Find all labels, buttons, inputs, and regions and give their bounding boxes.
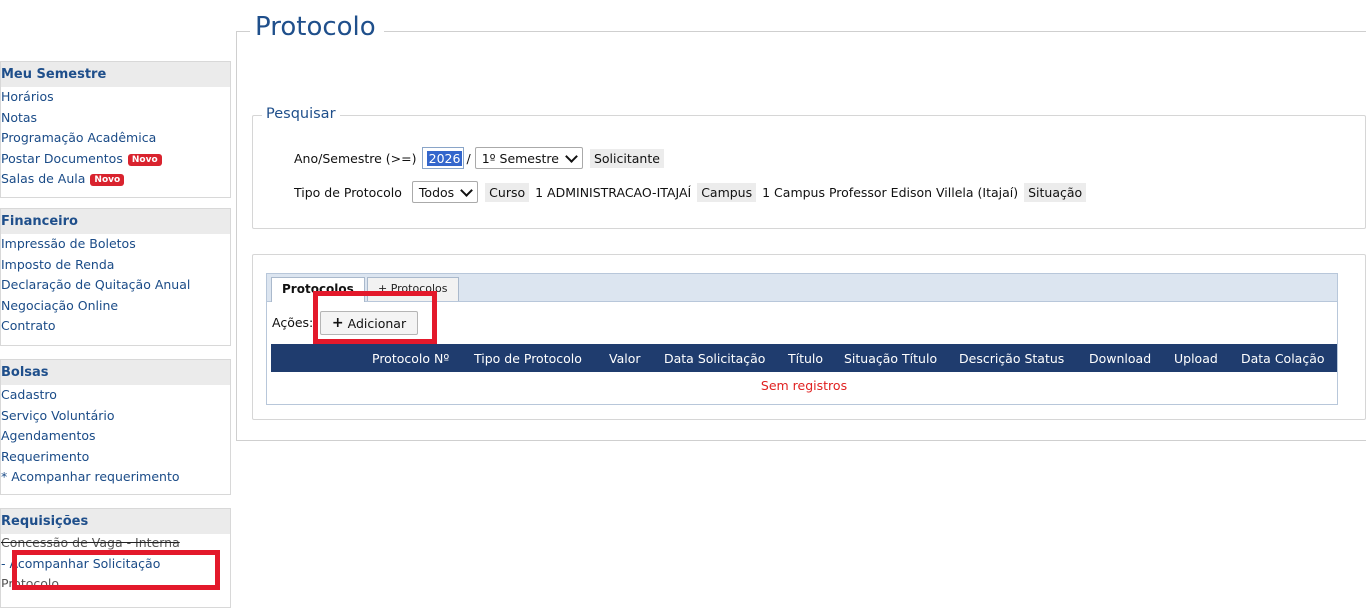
sidebar-section-title: Meu Semestre	[1, 62, 230, 87]
sidebar-item-imposto-de-renda[interactable]: Imposto de Renda	[1, 255, 230, 276]
sidebar-item-contrato[interactable]: Contrato	[1, 316, 230, 337]
separator-slash: /	[466, 150, 471, 166]
sidebar-item-requerimento[interactable]: Requerimento	[1, 447, 230, 468]
sidebar-section-meu-semestre: Meu Semestre Horários Notas Programação …	[0, 61, 231, 198]
title-divider	[490, 31, 1366, 32]
column-header: Situação Título	[844, 350, 938, 366]
acoes-label: Ações:	[272, 315, 314, 330]
sidebar-section-requisicoes: Requisições Concessão de Vaga - Interna …	[0, 508, 231, 608]
sidebar-item-protocolo[interactable]: Protocolo	[1, 573, 230, 587]
year-input[interactable]: 2026	[422, 147, 465, 169]
campus-label: Campus	[697, 182, 757, 202]
tipo-protocolo-label: Tipo de Protocolo	[294, 184, 402, 200]
add-button[interactable]: + Adicionar	[320, 311, 418, 335]
sidebar-item-negociacao-online[interactable]: Negociação Online	[1, 296, 230, 317]
search-fieldset	[252, 115, 1366, 229]
sidebar-item-acompanhar-solicitacao[interactable]: - Acompanhar Solicitação	[1, 553, 230, 573]
column-header: Tipo de Protocolo	[474, 350, 582, 366]
column-header: Protocolo Nº	[372, 350, 450, 366]
sidebar-item-postar-documentos[interactable]: Postar Documentos Novo	[1, 149, 230, 170]
chevron-down-icon	[565, 149, 578, 163]
sidebar-item-label: Salas de Aula	[1, 171, 86, 186]
table-header: Protocolo Nº Tipo de Protocolo Valor Dat…	[271, 344, 1337, 372]
column-header: Data Colação	[1241, 350, 1325, 366]
column-header: Descrição Status	[959, 350, 1065, 366]
chevron-down-icon	[460, 183, 474, 197]
page-title: Protocolo	[250, 12, 384, 42]
add-button-label: Adicionar	[347, 315, 407, 331]
curso-value: 1 ADMINISTRACAO-ITAJAÍ	[535, 184, 692, 200]
new-badge: Novo	[127, 153, 162, 166]
sidebar-item-declaracao-quitacao[interactable]: Declaração de Quitação Anual	[1, 275, 230, 296]
sidebar-item-impressao-boletos[interactable]: Impressão de Boletos	[1, 234, 230, 255]
semestre-select[interactable]: 1º Semestre	[474, 147, 583, 169]
sidebar-item-label: Postar Documentos	[1, 150, 123, 166]
tab-protocolos[interactable]: Protocolos	[271, 277, 365, 302]
sidebar-item-cadastro[interactable]: Cadastro	[1, 385, 230, 406]
sidebar-item-notas[interactable]: Notas	[1, 108, 230, 129]
search-legend: Pesquisar	[262, 106, 340, 122]
empty-message: Sem registros	[760, 378, 848, 393]
column-header: Título	[788, 350, 824, 366]
sidebar-section-title: Requisições	[1, 509, 230, 534]
plus-icon: +	[331, 315, 344, 331]
year-input-value: 2026	[426, 151, 463, 166]
sidebar-item-salas-de-aula[interactable]: Salas de Aula Novo	[1, 169, 230, 190]
sidebar-item-horarios[interactable]: Horários	[1, 87, 230, 108]
tipo-protocolo-select[interactable]: Todos	[411, 181, 479, 203]
tipo-protocolo-value: Todos	[418, 184, 455, 200]
ano-semestre-label: Ano/Semestre (>=)	[294, 150, 417, 166]
situacao-label: Situação	[1024, 182, 1087, 202]
sidebar: Meu Semestre Horários Notas Programação …	[0, 0, 232, 608]
sidebar-section-title: Financeiro	[1, 209, 230, 234]
column-header: Download	[1089, 350, 1152, 366]
column-header: Valor	[609, 350, 641, 366]
search-row-2: Tipo de Protocolo Todos Curso 1 ADMINIST…	[294, 181, 1089, 203]
semestre-select-value: 1º Semestre	[481, 150, 559, 166]
sidebar-item-servico-voluntario[interactable]: Serviço Voluntário	[1, 406, 230, 427]
sidebar-item-programacao-academica[interactable]: Programação Acadêmica	[1, 128, 230, 149]
sidebar-item-agendamentos[interactable]: Agendamentos	[1, 426, 230, 447]
campus-value: 1 Campus Professor Edison Villela (Itaja…	[762, 184, 1019, 200]
curso-label: Curso	[485, 182, 530, 202]
solicitante-label: Solicitante	[589, 148, 664, 168]
tab-mais-protocolos[interactable]: + Protocolos	[367, 277, 459, 301]
new-badge: Novo	[90, 174, 125, 186]
search-row-1: Ano/Semestre (>=) 2026 / 1º Semestre Sol…	[294, 147, 667, 169]
tab-bar: Protocolos + Protocolos	[267, 274, 1337, 302]
column-header: Data Solicitação	[664, 350, 766, 366]
sidebar-item-concessao-vaga[interactable]: Concessão de Vaga - Interna	[1, 534, 230, 553]
sidebar-section-title: Bolsas	[1, 360, 230, 385]
sidebar-item-acompanhar-requerimento[interactable]: * Acompanhar requerimento	[1, 467, 230, 488]
sidebar-section-financeiro: Financeiro Impressão de Boletos Imposto …	[0, 208, 231, 346]
sidebar-item-label: Concessão de Vaga - Interna	[1, 535, 180, 550]
column-header: Upload	[1174, 350, 1218, 366]
sidebar-section-bolsas: Bolsas Cadastro Serviço Voluntário Agend…	[0, 359, 231, 495]
